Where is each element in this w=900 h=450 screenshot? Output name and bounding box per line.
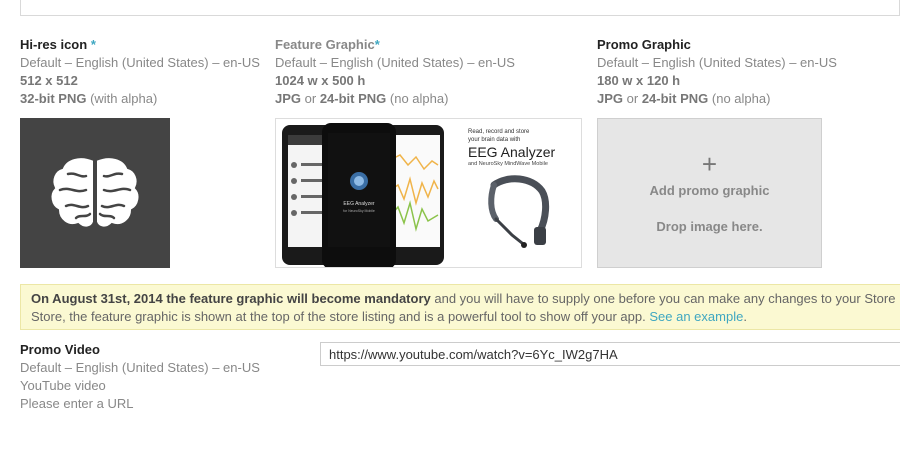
promo-graphic-size: 180 w x 120 h [597, 73, 681, 88]
promo-video-hint: Please enter a URL [20, 396, 134, 411]
phone-center-sub: for NeuroSky Mobile [343, 209, 375, 213]
promo-graphic-format: JPG or 24-bit PNG (no alpha) [597, 91, 771, 106]
notice-bold: On August 31st, 2014 the feature graphic… [31, 291, 431, 306]
hires-icon-format: 32-bit PNG (with alpha) [20, 91, 158, 106]
hires-icon-size: 512 x 512 [20, 73, 78, 88]
notice-text-2: Store, the feature graphic is shown at t… [31, 309, 650, 324]
app-name: EEG Analyzer [468, 144, 555, 160]
tagline-line2: your brain data with [468, 137, 520, 143]
notice-text-1: and you will have to supply one before y… [430, 291, 896, 306]
app-subline: and NeuroSky MindWave Mobile [468, 161, 548, 167]
phone-center-label: EEG Analyzer [343, 201, 374, 207]
promo-graphic-locale: Default – English (United States) – en-U… [597, 55, 837, 70]
feature-graphic-title: Feature Graphic* [275, 37, 380, 52]
headset-icon [488, 175, 550, 248]
promo-video-locale: Default – English (United States) – en-U… [20, 360, 260, 375]
promo-graphic-section: Promo Graphic Default – English (United … [597, 36, 837, 108]
feature-graphic-format: JPG or 24-bit PNG (no alpha) [275, 91, 449, 106]
see-example-link[interactable]: See an example [649, 309, 743, 324]
promo-video-section: Promo Video Default – English (United St… [20, 341, 260, 413]
promo-video-title: Promo Video [20, 342, 100, 357]
plus-icon: + [701, 149, 718, 179]
notice-line-1: On August 31st, 2014 the feature graphic… [31, 290, 899, 308]
feature-graphic-size: 1024 w x 500 h [275, 73, 366, 88]
brain-icon [49, 156, 141, 229]
feature-graphic-section: Feature Graphic* Default – English (Unit… [275, 36, 515, 108]
promo-video-type: YouTube video [20, 378, 106, 393]
feature-graphic-art: EEG Analyzer for NeuroSky Mobile Read, r… [282, 123, 555, 267]
hires-icon-section: Hi-res icon * Default – English (United … [20, 36, 260, 108]
feature-graphic-image[interactable]: EEG Analyzer for NeuroSky Mobile Read, r… [275, 118, 582, 268]
tagline-line1: Read, record and store [468, 129, 530, 135]
promo-graphic-title: Promo Graphic [597, 37, 691, 52]
promo-graphic-dropzone[interactable]: + Add promo graphic Drop image here. [597, 118, 822, 268]
hires-icon-image[interactable] [20, 118, 170, 268]
feature-graphic-locale: Default – English (United States) – en-U… [275, 55, 515, 70]
add-promo-graphic-label: Add promo graphic [649, 183, 770, 198]
notice-end: . [743, 309, 747, 324]
feature-graphic-notice: On August 31st, 2014 the feature graphic… [20, 284, 900, 330]
required-mark: * [374, 37, 380, 52]
hires-icon-locale: Default – English (United States) – en-U… [20, 55, 260, 70]
promo-video-url-input[interactable] [320, 342, 900, 366]
previous-section-box [20, 0, 900, 16]
drop-image-label: Drop image here. [656, 219, 763, 234]
hires-icon-title: Hi-res icon * [20, 37, 96, 52]
notice-line-2: Store, the feature graphic is shown at t… [31, 308, 899, 326]
required-mark: * [90, 37, 96, 52]
